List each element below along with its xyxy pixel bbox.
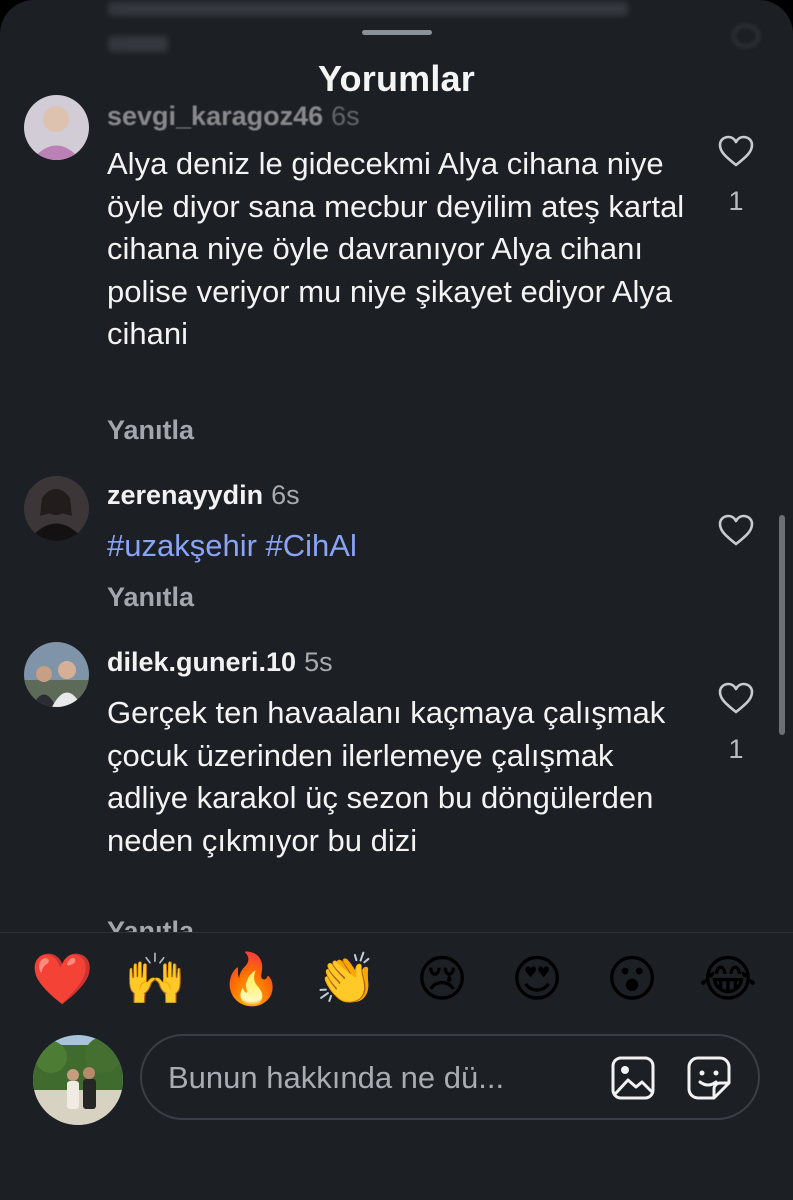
image-icon[interactable] xyxy=(610,1055,656,1101)
comment-text: Gerçek ten havaalanı kaçmaya çalışmak ço… xyxy=(107,695,666,858)
reply-button[interactable]: Yanıtla xyxy=(107,415,194,446)
laughing-tears-emoji-button[interactable]: 😂 xyxy=(697,948,759,1010)
crying-face-emoji-button[interactable]: 😢 xyxy=(411,948,473,1010)
like-count: 1 xyxy=(728,186,744,216)
timestamp: 5s xyxy=(304,647,333,677)
raised-hands-emoji-button[interactable]: 🙌 xyxy=(124,948,186,1010)
avatar[interactable] xyxy=(24,642,89,707)
timestamp: 6s xyxy=(331,101,360,131)
scrollbar[interactable] xyxy=(779,515,785,735)
comment-header: dilek.guneri.10 5s xyxy=(107,647,333,678)
timestamp: 6s xyxy=(271,480,300,510)
surprised-face-emoji-button[interactable]: 😮 xyxy=(601,948,663,1010)
reaction-bar: ❤️ 🙌 🔥 👏 😢 😍 😮 😂 xyxy=(0,948,793,1012)
comment-composer xyxy=(140,1034,760,1120)
heart-outline-icon[interactable] xyxy=(718,514,754,546)
current-user-avatar[interactable] xyxy=(33,1035,123,1125)
comment-text: Alya deniz le gidecekmi Alya cihana niye… xyxy=(107,146,685,351)
heart-eyes-emoji-button[interactable]: 😍 xyxy=(506,948,568,1010)
comment-hashtags[interactable]: #uzakşehir #CihAl xyxy=(107,525,697,568)
reply-button[interactable]: Yanıtla xyxy=(107,582,194,613)
username[interactable]: sevgi_karagoz46 xyxy=(107,101,323,131)
comment-input[interactable] xyxy=(166,1054,590,1102)
heart-outline-icon[interactable] xyxy=(718,682,754,714)
clapping-hands-emoji-button[interactable]: 👏 xyxy=(315,948,377,1010)
fire-emoji-button[interactable]: 🔥 xyxy=(220,948,282,1010)
comments-sheet: Yorumlar sevgi_karagoz46 6s Alya deniz le… xyxy=(0,0,793,1200)
comments-list[interactable]: sevgi_karagoz46 6s Alya deniz le gidecekm… xyxy=(0,0,793,932)
reply-button[interactable]: Yanıtla xyxy=(107,912,194,932)
heart-emoji-button[interactable]: ❤️ xyxy=(31,948,93,1010)
heart-outline-icon[interactable] xyxy=(718,135,754,167)
avatar[interactable] xyxy=(24,476,89,541)
username[interactable]: zerenayydin xyxy=(107,480,263,510)
comment-header: zerenayydin 6s xyxy=(107,480,300,511)
sticker-icon[interactable] xyxy=(686,1055,732,1101)
like-count: 1 xyxy=(728,734,744,764)
divider xyxy=(0,932,793,933)
username[interactable]: dilek.guneri.10 xyxy=(107,647,296,677)
avatar[interactable] xyxy=(24,95,89,160)
comment-header: sevgi_karagoz46 6s xyxy=(107,101,360,132)
